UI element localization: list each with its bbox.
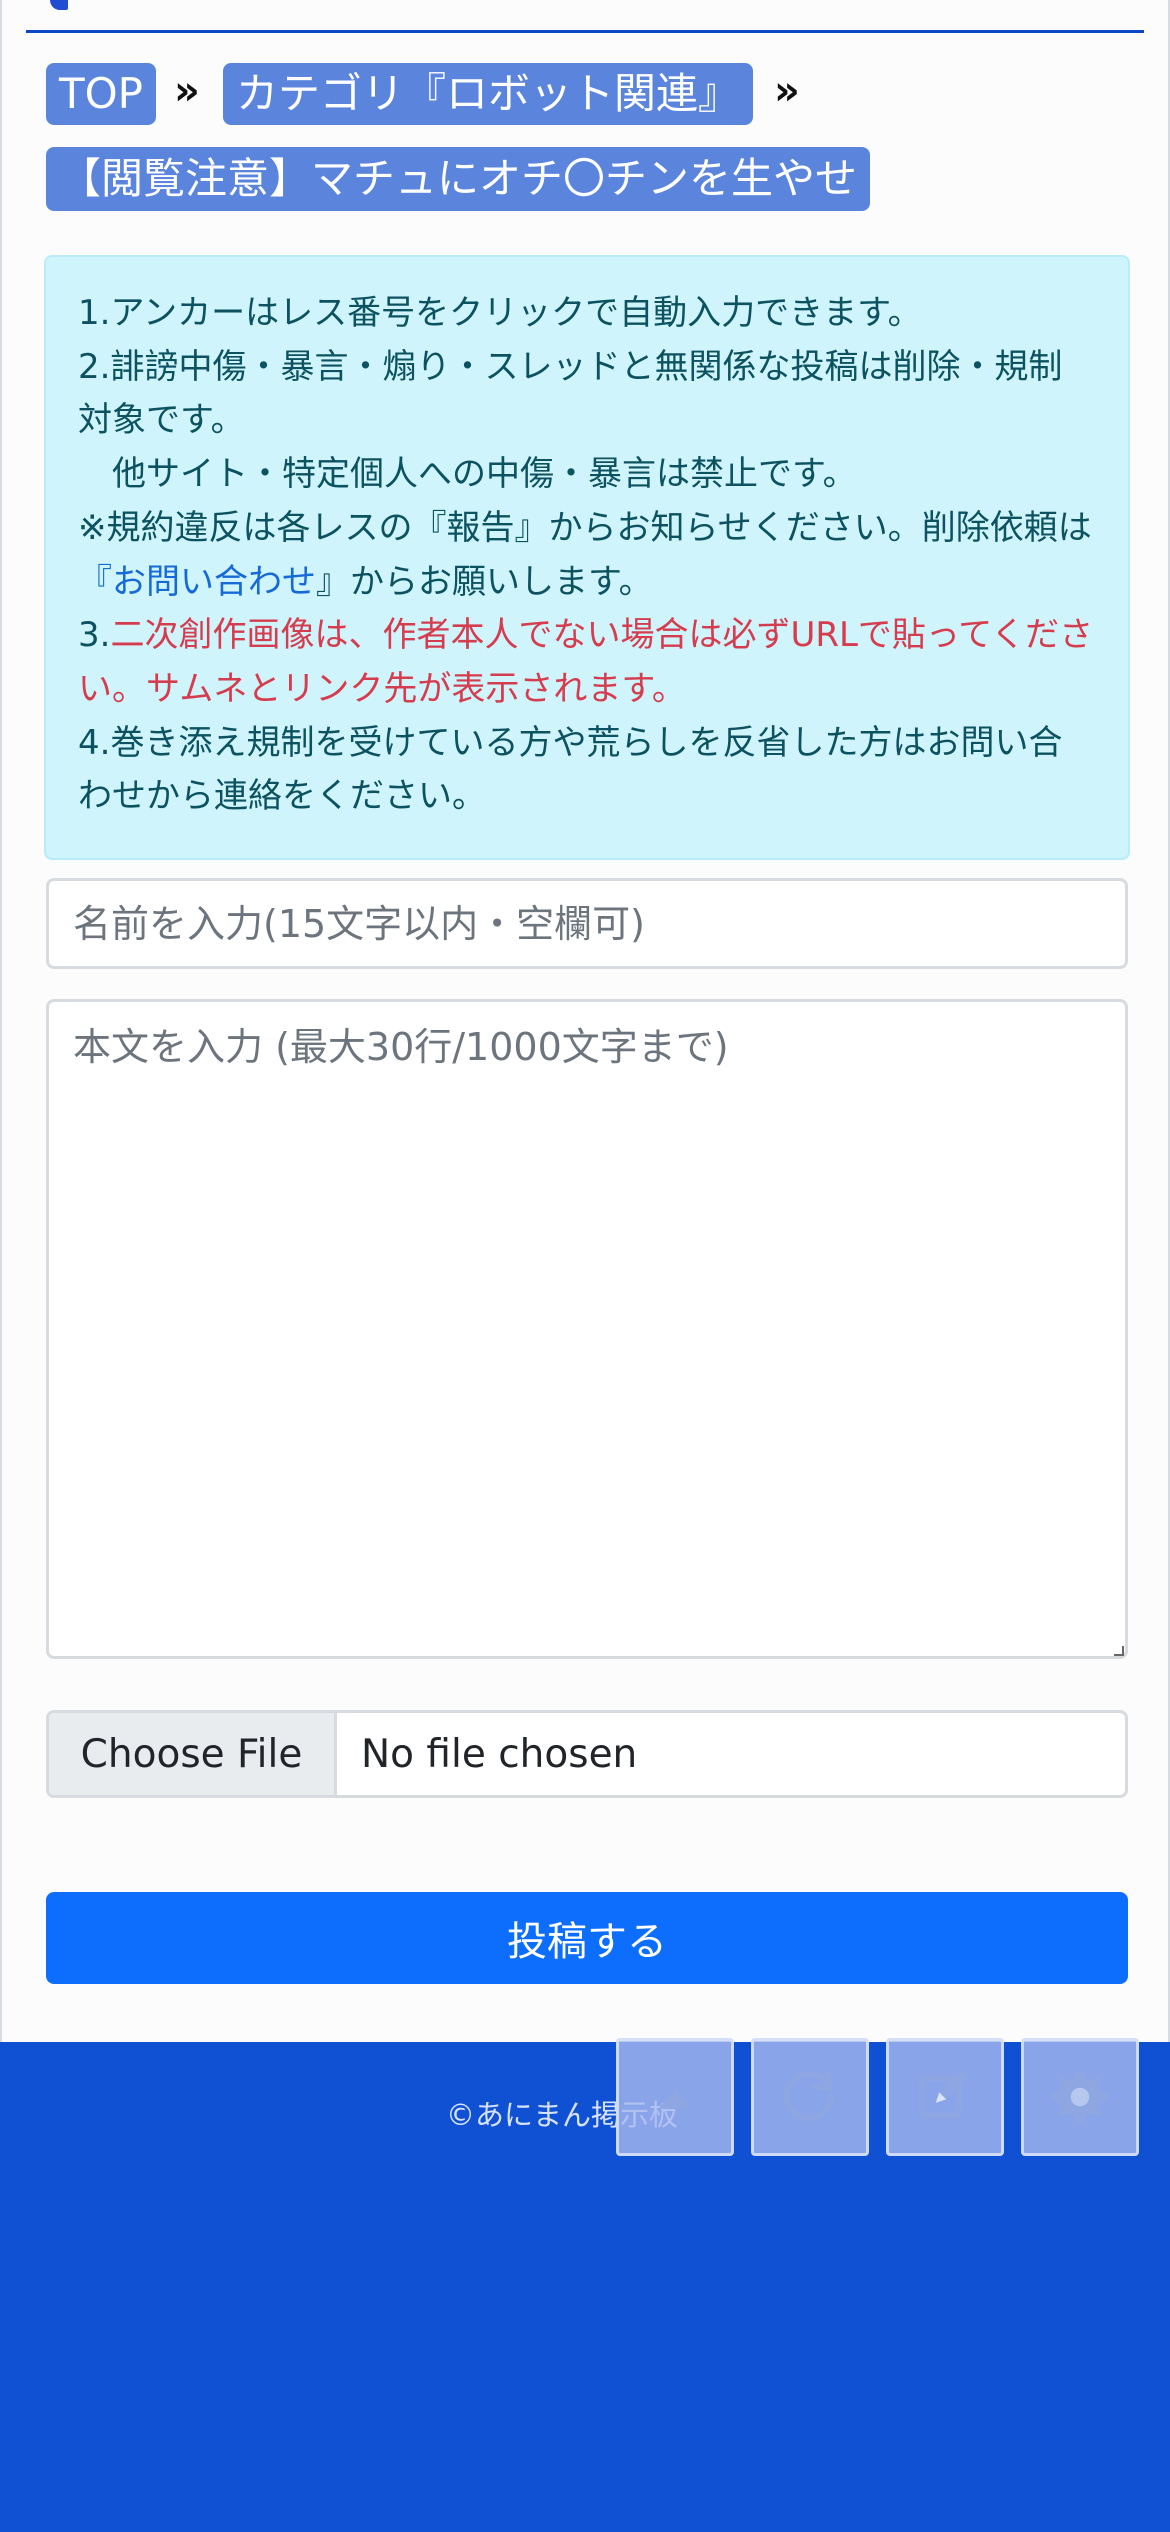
gear-icon <box>1052 2071 1108 2123</box>
contact-link-open: 『 <box>78 561 112 602</box>
notice-line-2-detail: 他サイト・特定個人への中傷・暴言は禁止です。 <box>112 454 857 495</box>
breadcrumb-separator-2: » <box>774 68 800 114</box>
notice-line-5: 4.巻き添え規制を受けている方や荒らしを反省した方はお問い合わせから連絡をくださ… <box>78 722 1063 817</box>
notice-line-4-prefix: 3. <box>78 615 111 656</box>
choose-file-label: Choose File <box>80 1731 303 1777</box>
breadcrumb-separator-1: » <box>174 68 200 114</box>
choose-file-button[interactable]: Choose File <box>49 1713 337 1795</box>
breadcrumb-category-label: カテゴリ『ロボット関連』 <box>235 69 740 118</box>
breadcrumb-thread-title: 【閲覧注意】マチュにオチ〇チンを生やせ <box>46 147 870 211</box>
file-status: No file chosen <box>337 1713 1125 1795</box>
file-status-text: No file chosen <box>361 1731 638 1777</box>
notice-line-3-prefix: ※規約違反は各レスの『報告』からお知らせください。削除依頼は <box>78 507 1092 548</box>
settings-button[interactable] <box>1021 2038 1139 2156</box>
name-input[interactable] <box>46 878 1128 969</box>
compose-button[interactable] <box>886 2038 1004 2156</box>
submit-post-button[interactable]: 投稿する <box>46 1892 1128 1984</box>
refresh-button[interactable] <box>751 2038 869 2156</box>
contact-link-close: 』 <box>316 561 350 602</box>
breadcrumb-category-link[interactable]: カテゴリ『ロボット関連』 <box>223 63 753 125</box>
up-icon <box>658 2088 692 2109</box>
image-rule-warning: 二次創作画像は、作者本人でない場合は必ずURLで貼ってください。サムネとリンク先… <box>78 615 1094 709</box>
notice-line-3-suffix: からお願いします。 <box>350 561 653 602</box>
main-content-card: TOP » カテゴリ『ロボット関連』 » 【閲覧注意】マチュにオチ〇チンを生やせ… <box>0 0 1170 2042</box>
edit-icon <box>918 2070 969 2119</box>
file-upload-field[interactable]: Choose File No file chosen <box>46 1710 1128 1798</box>
notice-line-4: 3.二次創作画像は、作者本人でない場合は必ずURLで貼ってください。サムネとリン… <box>78 609 1096 716</box>
submit-post-label: 投稿する <box>507 1919 667 1965</box>
notice-line-3: ※規約違反は各レスの『報告』からお知らせください。削除依頼は『お問い合わせ』から… <box>78 502 1096 609</box>
textarea-resize-handle[interactable] <box>1114 1646 1124 1656</box>
notice-line-2: 2.誹謗中傷・暴言・煽り・スレッドと無関係な投稿は削除・規制対象です。 <box>78 346 1063 441</box>
logo-fragment <box>50 0 68 10</box>
contact-link[interactable]: 『お問い合わせ <box>78 562 316 602</box>
breadcrumb-top-label: TOP <box>58 69 144 118</box>
notice-line-1: 1.アンカーはレス番号をクリックで自動入力できます。 <box>78 293 922 333</box>
refresh-icon <box>784 2070 834 2121</box>
scroll-top-button[interactable] <box>616 2038 734 2156</box>
post-body-textarea[interactable] <box>46 999 1128 1659</box>
breadcrumb-thread-label: 【閲覧注意】マチュにオチ〇チンを生やせ <box>58 154 857 203</box>
breadcrumb-top-link[interactable]: TOP <box>46 63 156 125</box>
rules-notice: 1.アンカーはレス番号をクリックで自動入力できます。 2.誹謗中傷・暴言・煽り・… <box>44 255 1130 860</box>
contact-link-text: お問い合わせ <box>112 561 316 602</box>
header-divider <box>26 30 1144 33</box>
